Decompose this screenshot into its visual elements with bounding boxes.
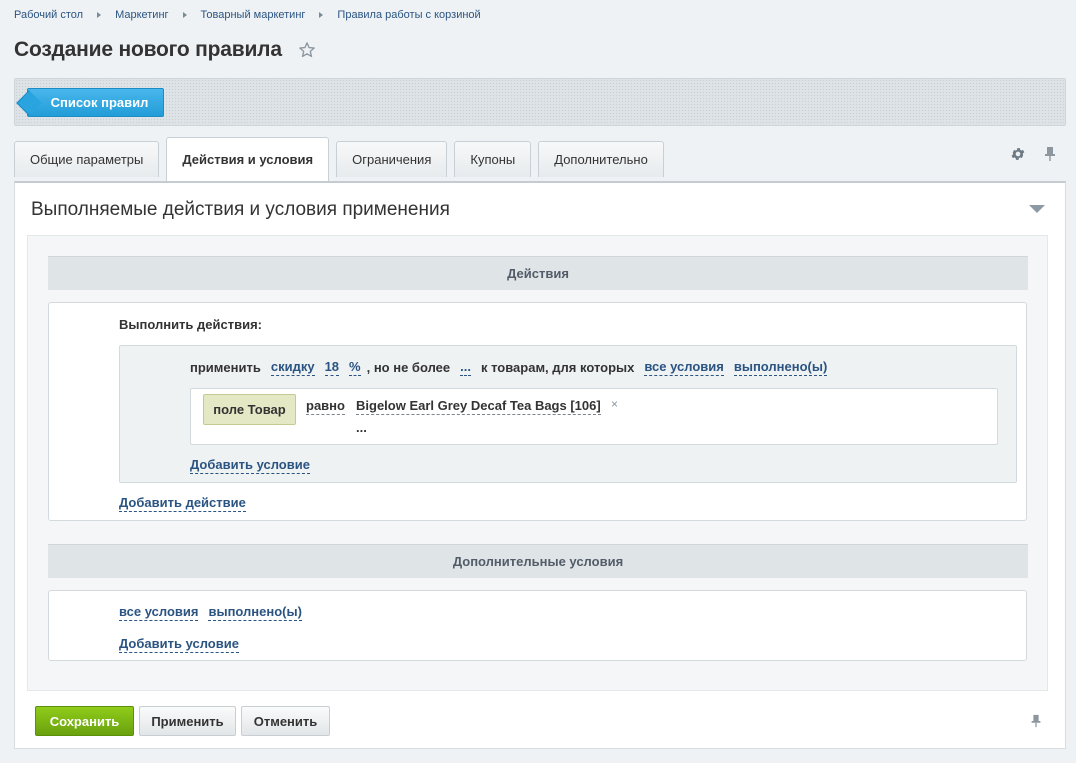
- tab-additional[interactable]: Дополнительно: [538, 141, 664, 177]
- extra-fulfilled-link[interactable]: выполнено(ы): [208, 604, 302, 621]
- breadcrumb-item-product-marketing[interactable]: Товарный маркетинг: [201, 9, 306, 21]
- product-value[interactable]: Bigelow Earl Grey Decaf Tea Bags [106]: [356, 398, 601, 415]
- save-button[interactable]: Сохранить: [35, 706, 134, 736]
- discount-unit-link[interactable]: %: [349, 359, 361, 376]
- action-line: применить скидку 18 % , но не более ... …: [190, 359, 837, 376]
- actions-header: Действия: [48, 256, 1028, 290]
- breadcrumb-item-desktop[interactable]: Рабочий стол: [14, 9, 83, 21]
- cancel-button[interactable]: Отменить: [241, 706, 330, 736]
- section-title: Выполняемые действия и условия применени…: [31, 199, 450, 220]
- discount-amount-link[interactable]: 18: [324, 359, 340, 376]
- extra-add-condition-link[interactable]: Добавить условие: [119, 636, 239, 653]
- tab-limits[interactable]: Ограничения: [336, 141, 448, 177]
- page-title: Создание нового правила: [14, 38, 282, 61]
- limit-link[interactable]: ...: [460, 359, 471, 376]
- section-body: Действия Выполнить действия: применить с…: [27, 235, 1048, 691]
- rules-list-button[interactable]: Список правил: [27, 88, 164, 117]
- star-icon[interactable]: [298, 41, 316, 59]
- extra-conditions-line: все условия выполнено(ы): [119, 604, 312, 621]
- remove-value-icon[interactable]: ×: [611, 397, 618, 411]
- breadcrumb-separator-icon: [319, 12, 324, 18]
- add-action-link[interactable]: Добавить действие: [119, 495, 246, 512]
- actions-box: Выполнить действия: применить скидку 18 …: [48, 302, 1027, 521]
- pin-icon-bottom[interactable]: [1029, 713, 1043, 729]
- collapse-icon[interactable]: [1029, 205, 1045, 213]
- breadcrumb-item-cart-rules[interactable]: Правила работы с корзиной: [337, 9, 480, 21]
- main-panel: Выполняемые действия и условия применени…: [14, 181, 1066, 749]
- add-condition-link[interactable]: Добавить условие: [190, 457, 310, 474]
- toolbar: Список правил: [14, 78, 1066, 126]
- breadcrumb-item-marketing[interactable]: Маркетинг: [115, 9, 168, 21]
- all-conditions-link[interactable]: все условия: [644, 359, 724, 376]
- gear-icon[interactable]: [1010, 146, 1026, 162]
- tab-bar: Общие параметры Действия и условия Огран…: [14, 137, 671, 181]
- breadcrumb-separator-icon: [97, 12, 102, 18]
- action-block: применить скидку 18 % , но не более ... …: [119, 345, 1017, 483]
- extra-conditions-box: все условия выполнено(ы) Добавить услови…: [48, 590, 1027, 661]
- tab-actions-conditions[interactable]: Действия и условия: [166, 137, 330, 181]
- tab-coupons[interactable]: Купоны: [454, 141, 532, 177]
- breadcrumb-separator-icon: [182, 12, 187, 18]
- fulfilled-link[interactable]: выполнено(ы): [733, 359, 828, 376]
- tab-tools: [994, 146, 1058, 162]
- more-values-link[interactable]: ...: [356, 420, 367, 435]
- for-goods-text: к товарам, для которых: [480, 360, 635, 375]
- discount-type-link[interactable]: скидку: [270, 359, 315, 376]
- apply-button[interactable]: Применить: [139, 706, 236, 736]
- apply-text: применить: [190, 360, 261, 375]
- extra-conditions-header: Дополнительные условия: [48, 544, 1028, 578]
- rules-list-button-label: Список правил: [50, 95, 149, 110]
- field-product-chip[interactable]: поле Товар: [203, 394, 296, 425]
- tab-general[interactable]: Общие параметры: [14, 141, 160, 177]
- title-row: Создание нового правила: [14, 38, 316, 62]
- operator-select[interactable]: равно: [306, 398, 345, 415]
- condition-row: поле Товар равно Bigelow Earl Grey Decaf…: [190, 388, 998, 445]
- no-more-than-text: , но не более: [366, 360, 451, 375]
- breadcrumb: Рабочий стол Маркетинг Товарный маркетин…: [14, 9, 481, 21]
- execute-actions-label: Выполнить действия:: [119, 317, 262, 332]
- pin-icon[interactable]: [1042, 146, 1058, 162]
- extra-all-conditions-link[interactable]: все условия: [119, 604, 199, 621]
